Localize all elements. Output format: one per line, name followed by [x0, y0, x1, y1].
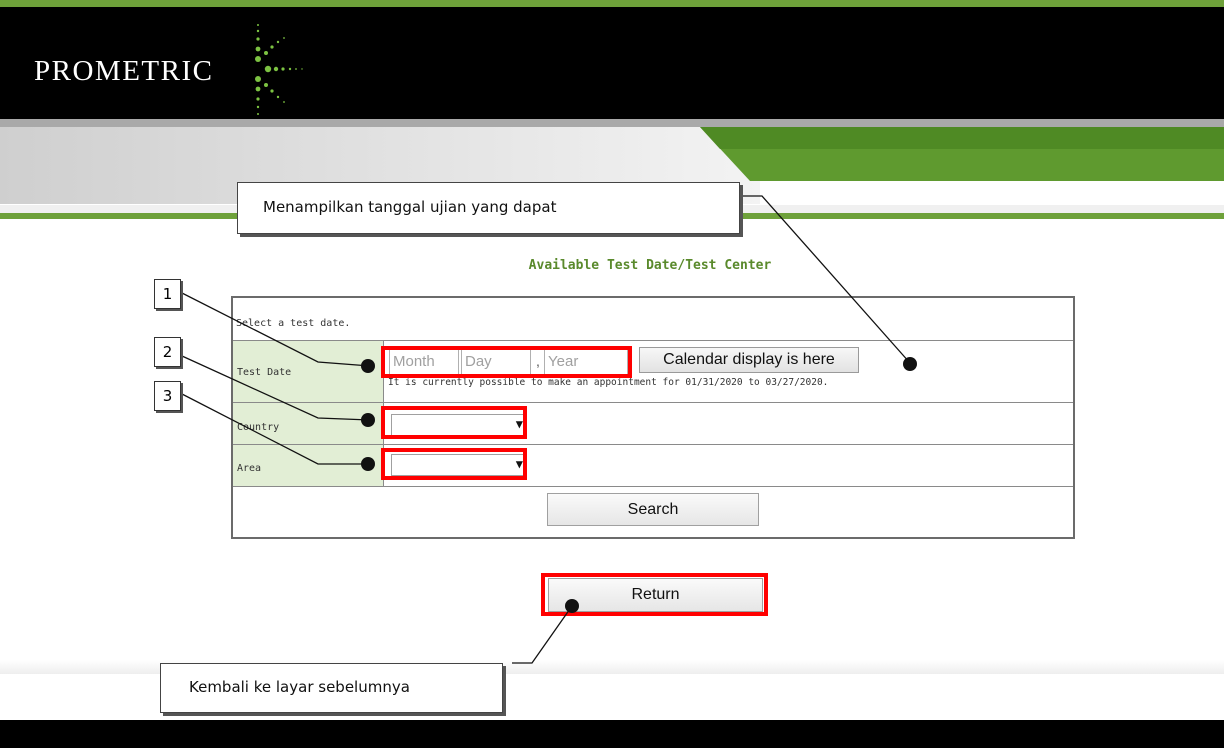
annotation-number-1: 1 [154, 279, 181, 309]
country-select-highlight [381, 406, 527, 439]
calendar-display-button[interactable]: Calendar display is here [639, 347, 859, 373]
test-date-label: Test Date [237, 367, 292, 378]
test-date-row: Test Date Month Day , Year Calendar disp… [233, 341, 1073, 403]
return-button-highlight [541, 573, 768, 616]
form-intro-row: Select a test date. [233, 298, 1073, 341]
callout-return-previous: Kembali ke layar sebelumnya [160, 663, 503, 713]
prometric-logo-mark-icon [255, 24, 303, 115]
area-row: Area ▼ [233, 445, 1073, 487]
callout-available-dates: Menampilkan tanggal ujian yang dapat [237, 182, 740, 234]
search-row: Search [233, 487, 1073, 537]
annotation-number-2: 2 [154, 337, 181, 367]
site-header: PROMETRIC [0, 7, 1224, 119]
area-label: Area [237, 463, 262, 474]
search-button[interactable]: Search [547, 493, 759, 526]
country-label: Country [237, 422, 280, 433]
date-input-highlight [381, 346, 632, 378]
country-row: Country ▼ [233, 403, 1073, 445]
form-intro-text: Select a test date. [236, 318, 351, 329]
site-footer [0, 720, 1224, 748]
test-date-search-form: Select a test date. Test Date Month Day … [231, 296, 1075, 539]
annotation-number-3: 3 [154, 381, 181, 411]
page-title: Available Test Date/Test Center [528, 258, 772, 273]
prometric-logo-text: PROMETRIC [34, 55, 214, 87]
area-select-highlight [381, 448, 527, 480]
top-accent-bar [0, 0, 1224, 7]
available-date-range-note: It is currently possible to make an appo… [388, 377, 829, 388]
